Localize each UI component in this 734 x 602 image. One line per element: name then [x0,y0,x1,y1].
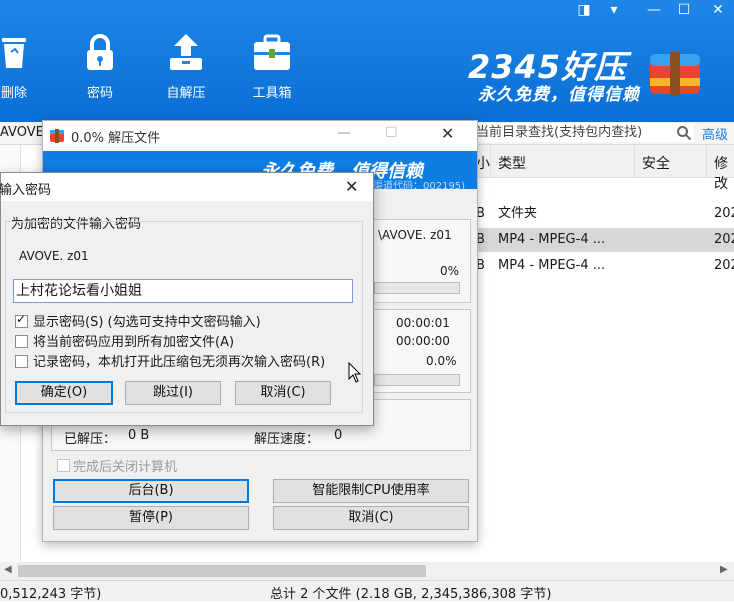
toolbox-icon [250,30,294,74]
toolbar-toolbox-button[interactable]: 工具箱 [240,30,304,101]
status-selected: 0,512,243 字节) [0,587,102,602]
file-row[interactable]: B 文件夹 202 [470,202,734,226]
cancel-button[interactable]: 取消(C) [235,381,331,405]
current-file-panel: \AVOVE. z01 0% [373,219,471,303]
mouse-cursor [348,361,362,388]
remember-password-label[interactable]: 记录密码，本机打开此压缩包无须再次输入密码(R) [33,351,325,370]
password-input[interactable]: 上村花论坛看小姐姐 [13,279,353,303]
skip-button[interactable]: 跳过(I) [125,381,221,405]
toolbar-toolbox-label: 工具箱 [252,86,292,101]
app-header: 删除 密码 自解压 工具箱 ◨ ▾ — ☐ ✕ 2345好压 永久免费，值得信赖 [0,0,734,122]
lock-icon [78,30,122,74]
toolbar-delete-button[interactable]: 删除 [0,30,46,101]
current-file-name: \AVOVE. z01 [378,228,452,242]
advanced-search-link[interactable]: 高级 [702,124,728,143]
minimize-icon[interactable]: — [337,125,351,141]
search-icon[interactable] [676,125,692,145]
file-list-header: 小 类型 安全 修改 [470,145,734,192]
pause-button[interactable]: 暂停(P) [53,506,249,530]
toolbar-delete-label: 删除 [0,86,27,101]
shutdown-label: 完成后关闭计算机 [73,460,178,475]
toolbar-password-label: 密码 [86,86,113,101]
elapsed-time: 00:00:01 [396,316,450,330]
maximize-icon[interactable]: ☐ [670,0,698,22]
file-modified: 202 [714,232,734,247]
file-type: MP4 - MPEG-4 ... [498,258,606,273]
remember-password-checkbox[interactable] [15,355,28,368]
speed-label: 解压速度： [254,432,320,447]
toolbar-self-extract-label: 自解压 [166,86,206,101]
archive-logo-icon [646,48,704,98]
total-progress-bar [374,374,460,386]
file-row[interactable]: B MP4 - MPEG-4 ... 202 [470,254,734,278]
background-button[interactable]: 后台(B) [53,479,249,503]
horizontal-scrollbar[interactable]: ◀ ▶ [0,562,734,580]
file-progress-bar [374,282,460,294]
extract-title: 0.0% 解压文件 [71,131,161,146]
menu-icon[interactable]: ▾ [600,0,628,22]
file-row[interactable]: B MP4 - MPEG-4 ... 202 [470,228,734,252]
password-dialog: 输入密码 ✕ 为加密的文件输入密码 AVOVE. z01 上村花论坛看小姐姐 显… [0,172,374,426]
column-size[interactable]: 小 [476,153,490,173]
search-input[interactable]: 当前目录查找(支持包内查找) [474,123,694,142]
skin-icon[interactable]: ◨ [570,0,598,22]
status-bar: 0,512,243 字节) 总计 2 个文件 (2.18 GB, 2,345,3… [0,580,734,602]
archive-app-icon [49,128,65,148]
ok-button[interactable]: 确定(O) [15,381,113,405]
extract-cancel-button[interactable]: 取消(C) [273,506,469,530]
time-panel: 00:00:01 00:00:00 0.0% [373,309,471,393]
column-security[interactable]: 安全 [642,153,670,173]
password-dialog-title: 输入密码 [0,183,52,198]
speed-value: 0 [334,428,343,443]
close-icon[interactable]: ✕ [441,124,454,143]
show-password-label[interactable]: 显示密码(S) (勾选可支持中文密码输入) [33,311,261,330]
toolbar-self-extract-button[interactable]: 自解压 [154,30,218,101]
shutdown-checkbox[interactable] [57,459,70,472]
file-type: 文件夹 [498,206,538,221]
scroll-right-icon[interactable]: ▶ [720,564,728,575]
archive-file-name: AVOVE. z01 [19,249,89,263]
recycle-bin-icon [0,30,36,74]
scroll-left-icon[interactable]: ◀ [4,564,12,575]
path-text[interactable]: AVOVE [0,125,44,140]
column-type[interactable]: 类型 [498,153,526,173]
maximize-icon[interactable]: ☐ [385,125,398,141]
file-percent: 0% [440,264,460,278]
extracted-label: 已解压： [64,432,117,447]
cpu-limit-button[interactable]: 智能限制CPU使用率 [273,479,469,503]
minimize-icon[interactable]: — [640,0,668,22]
total-percent: 0.0% [426,354,457,368]
password-dialog-titlebar: 输入密码 ✕ [0,173,373,201]
toolbar-password-button[interactable]: 密码 [68,30,132,101]
apply-all-label[interactable]: 将当前密码应用到所有加密文件(A) [33,331,234,350]
file-type: MP4 - MPEG-4 ... [498,232,606,247]
column-modified[interactable]: 修改 [714,153,734,193]
file-modified: 202 [714,206,734,221]
apply-all-checkbox[interactable] [15,335,28,348]
extracted-value: 0 B [128,428,150,443]
scrollbar-thumb[interactable] [18,565,426,577]
close-icon[interactable]: ✕ [704,0,732,22]
self-extract-icon [164,30,208,74]
close-icon[interactable]: ✕ [345,177,358,196]
status-total: 总计 2 个文件 (2.18 GB, 2,345,386,308 字节) [270,587,552,602]
app-logo-slogan: 永久免费，值得信赖 [478,85,640,105]
banner-channel-code: 渠道代码：002195) [373,181,466,192]
show-password-checkbox[interactable] [15,312,28,328]
remaining-time: 00:00:00 [396,334,450,348]
extract-titlebar: 0.0% 解压文件 — ☐ ✕ [43,121,477,151]
file-modified: 202 [714,258,734,273]
